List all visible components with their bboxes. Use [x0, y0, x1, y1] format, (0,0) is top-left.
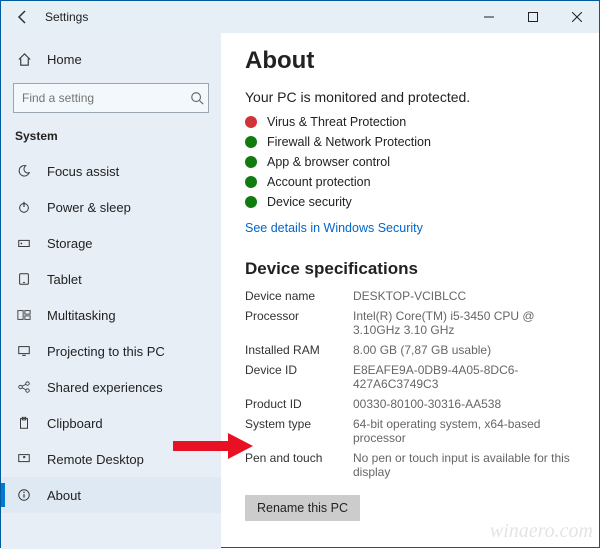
window-title: Settings: [45, 10, 88, 24]
page-title: About: [245, 47, 579, 75]
sidebar-item-label: Tablet: [47, 272, 82, 287]
status-dot-icon: [245, 176, 257, 188]
sidebar-item-focus-assist[interactable]: Focus assist: [1, 153, 221, 189]
status-label: Firewall & Network Protection: [267, 135, 431, 149]
close-icon: [572, 12, 582, 22]
spec-value: Intel(R) Core(TM) i5-3450 CPU @ 3.10GHz …: [353, 309, 579, 337]
sidebar-item-label: Storage: [47, 236, 93, 251]
status-row: Firewall & Network Protection: [245, 135, 579, 149]
status-row: App & browser control: [245, 155, 579, 169]
sidebar-group-title: System: [1, 121, 221, 153]
status-dot-icon: [245, 136, 257, 148]
status-dot-icon: [245, 196, 257, 208]
spec-key: Processor: [245, 309, 353, 337]
status-list: Virus & Threat Protection Firewall & Netw…: [245, 115, 579, 209]
spec-key: Product ID: [245, 397, 353, 411]
sidebar-item-about[interactable]: About: [1, 477, 221, 513]
spec-value: E8EAFE9A-0DB9-4A05-8DC6-427A6C3749C3: [353, 363, 579, 391]
clipboard-icon: [15, 416, 33, 430]
tablet-icon: [15, 272, 33, 286]
arrow-left-icon: [15, 9, 31, 25]
home-icon: [15, 52, 33, 67]
sidebar-item-label: About: [47, 488, 81, 503]
security-link[interactable]: See details in Windows Security: [245, 221, 423, 235]
sidebar-item-shared[interactable]: Shared experiences: [1, 369, 221, 405]
sidebar-nav: Focus assist Power & sleep Storage Table…: [1, 153, 221, 549]
search-input[interactable]: [14, 91, 185, 105]
share-icon: [15, 380, 33, 394]
device-spec-table: Device nameDESKTOP-VCIBLCCProcessorIntel…: [245, 289, 579, 479]
sidebar-item-tablet[interactable]: Tablet: [1, 261, 221, 297]
remote-icon: [15, 452, 33, 466]
spec-value: 8.00 GB (7,87 GB usable): [353, 343, 579, 357]
sidebar-item-storage[interactable]: Storage: [1, 225, 221, 261]
close-button[interactable]: [555, 1, 599, 33]
info-icon: [15, 488, 33, 502]
status-label: Virus & Threat Protection: [267, 115, 406, 129]
spec-row: Device nameDESKTOP-VCIBLCC: [245, 289, 579, 303]
spec-row: ProcessorIntel(R) Core(TM) i5-3450 CPU @…: [245, 309, 579, 337]
search-icon: [185, 91, 208, 105]
spec-row: Installed RAM8.00 GB (7,87 GB usable): [245, 343, 579, 357]
multitask-icon: [15, 308, 33, 322]
spec-row: Product ID00330-80100-30316-AA538: [245, 397, 579, 411]
spec-value: DESKTOP-VCIBLCC: [353, 289, 579, 303]
sidebar: Home System Focus assist Power & sleep S…: [1, 33, 221, 549]
status-label: Device security: [267, 195, 352, 209]
sidebar-item-label: Projecting to this PC: [47, 344, 165, 359]
storage-icon: [15, 236, 33, 250]
sidebar-item-label: Home: [47, 52, 82, 67]
watermark: winaero.com: [490, 520, 593, 543]
device-spec-title: Device specifications: [245, 259, 579, 279]
spec-key: Device name: [245, 289, 353, 303]
status-row: Virus & Threat Protection: [245, 115, 579, 129]
spec-row: System type64-bit operating system, x64-…: [245, 417, 579, 445]
rename-pc-button[interactable]: Rename this PC: [245, 495, 360, 521]
spec-value: No pen or touch input is available for t…: [353, 451, 579, 479]
maximize-button[interactable]: [511, 1, 555, 33]
status-label: Account protection: [267, 175, 371, 189]
status-dot-icon: [245, 116, 257, 128]
project-icon: [15, 344, 33, 358]
status-row: Account protection: [245, 175, 579, 189]
main-content: About Your PC is monitored and protected…: [221, 33, 599, 549]
protection-subtitle: Your PC is monitored and protected.: [245, 89, 579, 105]
sidebar-item-label: Shared experiences: [47, 380, 163, 395]
sidebar-item-remote-desktop[interactable]: Remote Desktop: [1, 441, 221, 477]
spec-value: 00330-80100-30316-AA538: [353, 397, 579, 411]
spec-key: Device ID: [245, 363, 353, 391]
spec-row: Pen and touchNo pen or touch input is av…: [245, 451, 579, 479]
spec-key: System type: [245, 417, 353, 445]
status-row: Device security: [245, 195, 579, 209]
power-icon: [15, 200, 33, 214]
minimize-button[interactable]: [467, 1, 511, 33]
sidebar-item-label: Power & sleep: [47, 200, 131, 215]
sidebar-item-label: Multitasking: [47, 308, 116, 323]
sidebar-item-label: Focus assist: [47, 164, 119, 179]
sidebar-item-power-sleep[interactable]: Power & sleep: [1, 189, 221, 225]
minimize-icon: [484, 12, 494, 22]
sidebar-item-clipboard[interactable]: Clipboard: [1, 405, 221, 441]
spec-row: Device IDE8EAFE9A-0DB9-4A05-8DC6-427A6C3…: [245, 363, 579, 391]
sidebar-item-home[interactable]: Home: [1, 41, 221, 77]
back-button[interactable]: [1, 1, 45, 33]
status-dot-icon: [245, 156, 257, 168]
maximize-icon: [528, 12, 538, 22]
sidebar-item-label: Remote Desktop: [47, 452, 144, 467]
titlebar: Settings: [1, 1, 599, 33]
status-label: App & browser control: [267, 155, 390, 169]
moon-icon: [15, 164, 33, 178]
sidebar-item-label: Clipboard: [47, 416, 103, 431]
spec-key: Installed RAM: [245, 343, 353, 357]
spec-value: 64-bit operating system, x64-based proce…: [353, 417, 579, 445]
spec-key: Pen and touch: [245, 451, 353, 479]
sidebar-item-projecting[interactable]: Projecting to this PC: [1, 333, 221, 369]
sidebar-item-multitasking[interactable]: Multitasking: [1, 297, 221, 333]
search-box[interactable]: [13, 83, 209, 113]
